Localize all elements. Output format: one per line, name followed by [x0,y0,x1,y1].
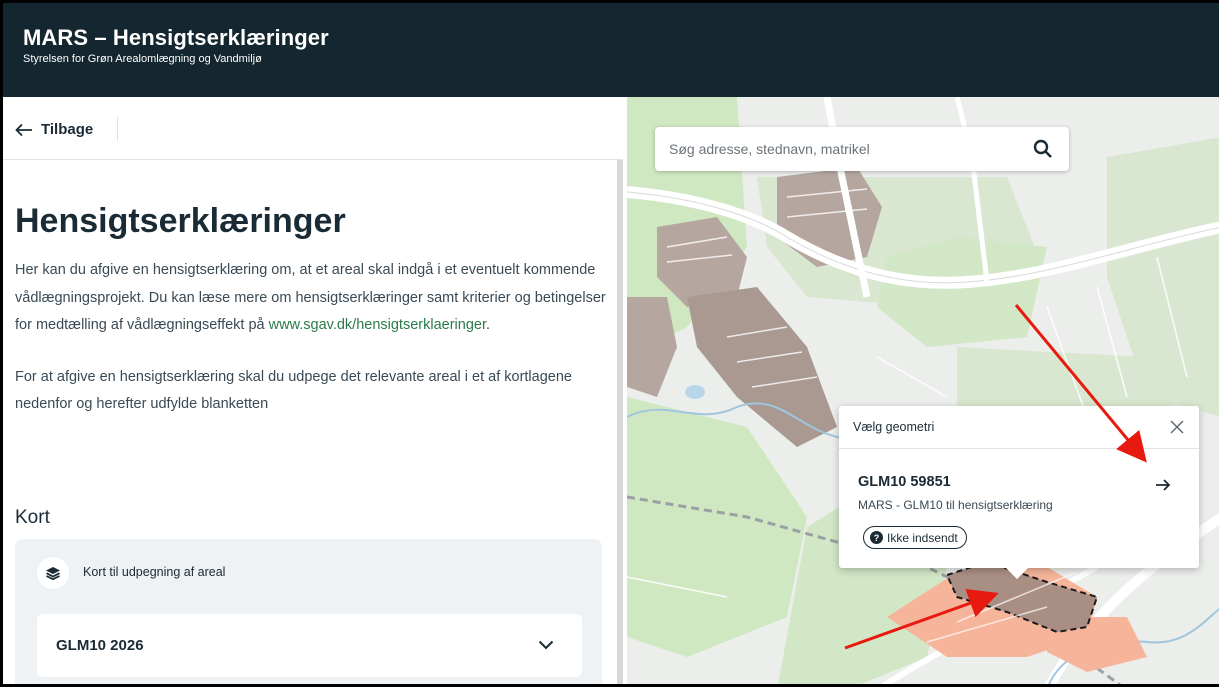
close-icon[interactable] [1169,419,1185,435]
page-title: Hensigtserklæringer [15,202,346,240]
divider [117,117,118,141]
status-badge: ? Ikke indsendt [863,526,967,549]
status-text: Ikke indsendt [887,530,958,545]
info-link[interactable]: www.sgav.dk/hensigtserklaeringer [269,317,486,333]
app-header: MARS – Hensigtserklæringer Styrelsen for… [3,3,1219,97]
popup-title: Vælg geometri [853,420,935,434]
card-label: Kort til udpegning af areal [83,565,226,579]
panel-scrollbar[interactable] [617,160,623,684]
popup-pointer [1005,567,1029,579]
back-label: Tilbage [41,121,94,138]
layer-select[interactable]: GLM10 2026 [37,614,582,677]
geometry-item-subtitle: MARS - GLM10 til hensigtserklæring [858,498,1053,512]
app-subtitle: Styrelsen for Grøn Arealomlægning og Van… [23,53,262,65]
left-panel: Tilbage Hensigtserklæringer Her kan du a… [3,97,623,684]
layers-icon [37,557,69,589]
popup-header: Vælg geometri [839,406,1199,449]
chevron-down-icon [538,640,554,650]
map-view[interactable]: Vælg geometri GLM10 59851 MARS - GLM10 t… [627,97,1219,684]
map-layer-card: Kort til udpegning af areal GLM10 2026 [15,539,602,684]
back-button[interactable]: Tilbage [15,121,93,138]
intro-end: . [485,317,491,333]
back-row: Tilbage [3,97,623,160]
instruction-text: For at afgive en hensigtserklæring skal … [15,368,572,413]
main-content: Hensigtserklæringer Her kan du afgive en… [15,160,611,419]
app-frame: MARS – Hensigtserklæringer Styrelsen for… [0,0,1219,687]
layer-select-value: GLM10 2026 [56,637,144,654]
arrow-left-icon [15,123,32,136]
map-search [655,127,1069,171]
map-canvas [627,97,1219,684]
geometry-popup: Vælg geometri GLM10 59851 MARS - GLM10 t… [839,406,1199,568]
question-icon: ? [870,531,883,544]
app-title: MARS – Hensigtserklæringer [23,25,329,50]
intro-text: Her kan du afgive en hensigtserklæring o… [15,257,611,340]
search-icon[interactable] [1033,139,1053,159]
geometry-item-title: GLM10 59851 [858,474,951,490]
search-input[interactable] [669,127,1009,171]
section-title-map: Kort [15,507,50,528]
arrow-right-icon[interactable] [1155,478,1171,492]
